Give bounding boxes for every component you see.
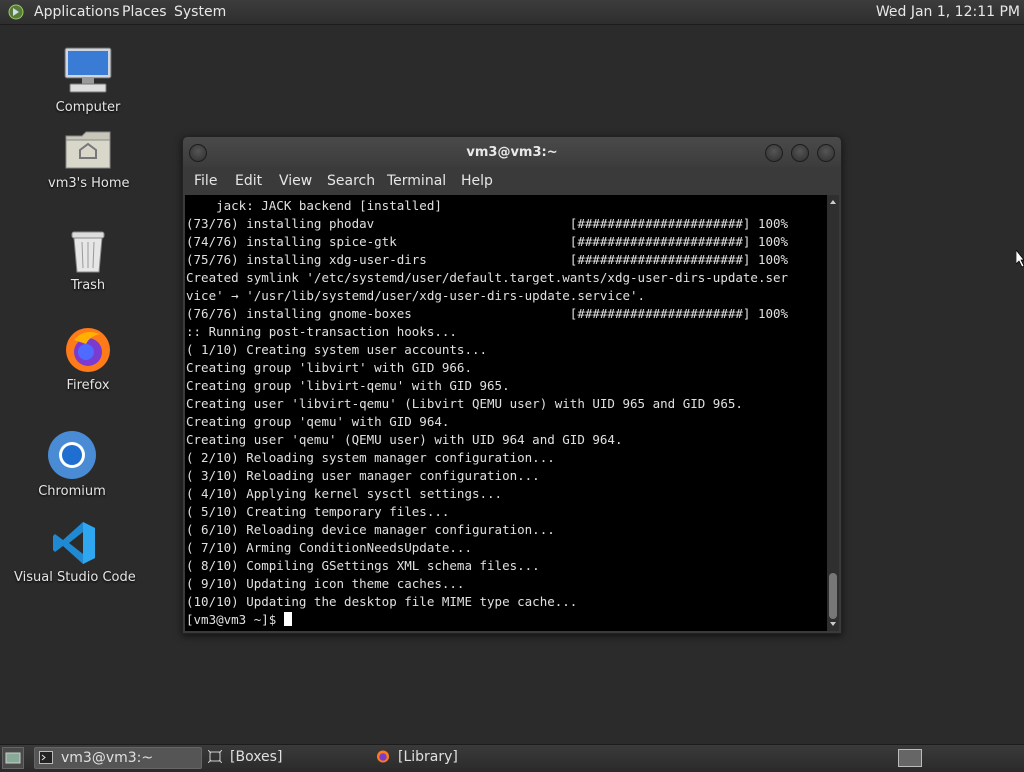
- desktop-icon-firefox[interactable]: Firefox: [48, 326, 128, 393]
- terminal-line: ( 3/10) Reloading user manager configura…: [186, 468, 540, 483]
- show-desktop-button[interactable]: [2, 747, 24, 769]
- window-titlebar[interactable]: vm3@vm3:~: [183, 137, 841, 167]
- terminal-line: ( 1/10) Creating system user accounts...: [186, 342, 488, 357]
- taskbar-item-boxes[interactable]: [Boxes]: [204, 747, 364, 767]
- close-button[interactable]: [817, 144, 835, 162]
- scrollbar-thumb[interactable]: [829, 573, 837, 619]
- clock[interactable]: Wed Jan 1, 12:11 PM: [876, 4, 1020, 20]
- menu-view[interactable]: View: [279, 173, 312, 189]
- desktop-icon-computer[interactable]: Computer: [48, 44, 128, 115]
- terminal-line: ( 2/10) Reloading system manager configu…: [186, 450, 555, 465]
- places-menu[interactable]: Places: [122, 4, 167, 20]
- vscode-icon: [53, 522, 95, 564]
- terminal-prompt: [vm3@vm3 ~]$: [186, 612, 284, 627]
- terminal-text: jack: JACK backend [installed] (73/76) i…: [185, 195, 827, 629]
- terminal-line: ( 9/10) Updating icon theme caches...: [186, 576, 465, 591]
- maximize-button[interactable]: [791, 144, 809, 162]
- desktop-icon-label: Computer: [55, 100, 121, 115]
- taskbar-item-label: [Library]: [398, 749, 458, 765]
- desktop-icon-trash[interactable]: Trash: [48, 228, 128, 293]
- desktop-icon-vscode[interactable]: Visual Studio Code: [14, 520, 136, 585]
- terminal-output[interactable]: jack: JACK backend [installed] (73/76) i…: [185, 195, 827, 631]
- desktop-icon-label: Trash: [70, 278, 106, 293]
- terminal-line: Created symlink '/etc/systemd/user/defau…: [186, 270, 789, 285]
- menu-file[interactable]: File: [194, 173, 217, 189]
- terminal-line: Creating user 'qemu' (QEMU user) with UI…: [186, 432, 623, 447]
- scrollbar-arrows: [830, 200, 836, 626]
- firefox-icon: [66, 328, 110, 372]
- terminal-line: (74/76) installing spice-gtk [##########…: [186, 234, 789, 249]
- workspace-switcher[interactable]: [898, 749, 922, 767]
- applications-menu[interactable]: Applications: [34, 4, 120, 20]
- terminal-line: Creating group 'libvirt-qemu' with GID 9…: [186, 378, 510, 393]
- home-folder-icon: [65, 131, 111, 169]
- desktop-icon-label: Visual Studio Code: [14, 570, 136, 585]
- terminal-scrollbar[interactable]: [827, 195, 839, 631]
- terminal-line: ( 6/10) Reloading device manager configu…: [186, 522, 555, 537]
- desktop-icon-label: Chromium: [38, 484, 106, 499]
- computer-icon: [64, 47, 112, 93]
- terminal-line: Creating group 'qemu' with GID 964.: [186, 414, 450, 429]
- menu-edit[interactable]: Edit: [235, 173, 262, 189]
- terminal-icon: [39, 751, 53, 764]
- distro-logo-icon[interactable]: [8, 4, 24, 20]
- terminal-line: (75/76) installing xdg-user-dirs [######…: [186, 252, 789, 267]
- chromium-icon: [48, 431, 96, 479]
- terminal-line: ( 8/10) Compiling GSettings XML schema f…: [186, 558, 540, 573]
- terminal-cursor: [283, 612, 292, 626]
- menu-terminal[interactable]: Terminal: [387, 173, 446, 189]
- terminal-line: (10/10) Updating the desktop file MIME t…: [186, 594, 578, 609]
- terminal-line: vice' → '/usr/lib/systemd/user/xdg-user-…: [186, 288, 646, 303]
- top-panel: Applications Places System Wed Jan 1, 12…: [0, 0, 1024, 25]
- minimize-button[interactable]: [765, 144, 783, 162]
- desktop-icon: [5, 752, 21, 764]
- menu-help[interactable]: Help: [461, 173, 493, 189]
- desktop-icon-chromium[interactable]: Chromium: [32, 430, 112, 499]
- desktop-icon-home[interactable]: vm3's Home: [48, 128, 130, 191]
- terminal-line: :: Running post-transaction hooks...: [186, 324, 457, 339]
- terminal-line: Creating user 'libvirt-qemu' (Libvirt QE…: [186, 396, 743, 411]
- system-menu[interactable]: System: [174, 4, 226, 20]
- terminal-line: jack: JACK backend [installed]: [216, 198, 442, 213]
- taskbar-item-terminal[interactable]: vm3@vm3:~: [34, 747, 202, 769]
- boxes-icon: [208, 750, 222, 763]
- trash-icon: [71, 231, 105, 273]
- terminal-line: Creating group 'libvirt' with GID 966.: [186, 360, 472, 375]
- firefox-icon: [376, 750, 390, 763]
- window-title: vm3@vm3:~: [466, 145, 558, 160]
- mouse-pointer-icon: [1016, 250, 1024, 268]
- terminal-line: ( 5/10) Creating temporary files...: [186, 504, 450, 519]
- desktop-icon-label: vm3's Home: [48, 176, 130, 191]
- terminal-line: ( 4/10) Applying kernel sysctl settings.…: [186, 486, 503, 501]
- terminal-menubar: File Edit View Search Terminal Help: [183, 167, 841, 195]
- taskbar-item-label: vm3@vm3:~: [61, 750, 154, 766]
- terminal-window[interactable]: vm3@vm3:~ File Edit View Search Terminal…: [182, 136, 842, 634]
- bottom-panel: vm3@vm3:~ [Boxes] [Library]: [0, 744, 1024, 769]
- terminal-line: (76/76) installing gnome-boxes [########…: [186, 306, 789, 321]
- taskbar-item-label: [Boxes]: [230, 749, 283, 765]
- terminal-line: (73/76) installing phodav [#############…: [186, 216, 789, 231]
- taskbar-item-library[interactable]: [Library]: [372, 747, 532, 767]
- desktop-icon-label: Firefox: [66, 378, 110, 393]
- terminal-line: ( 7/10) Arming ConditionNeedsUpdate...: [186, 540, 472, 555]
- menu-search[interactable]: Search: [327, 173, 375, 189]
